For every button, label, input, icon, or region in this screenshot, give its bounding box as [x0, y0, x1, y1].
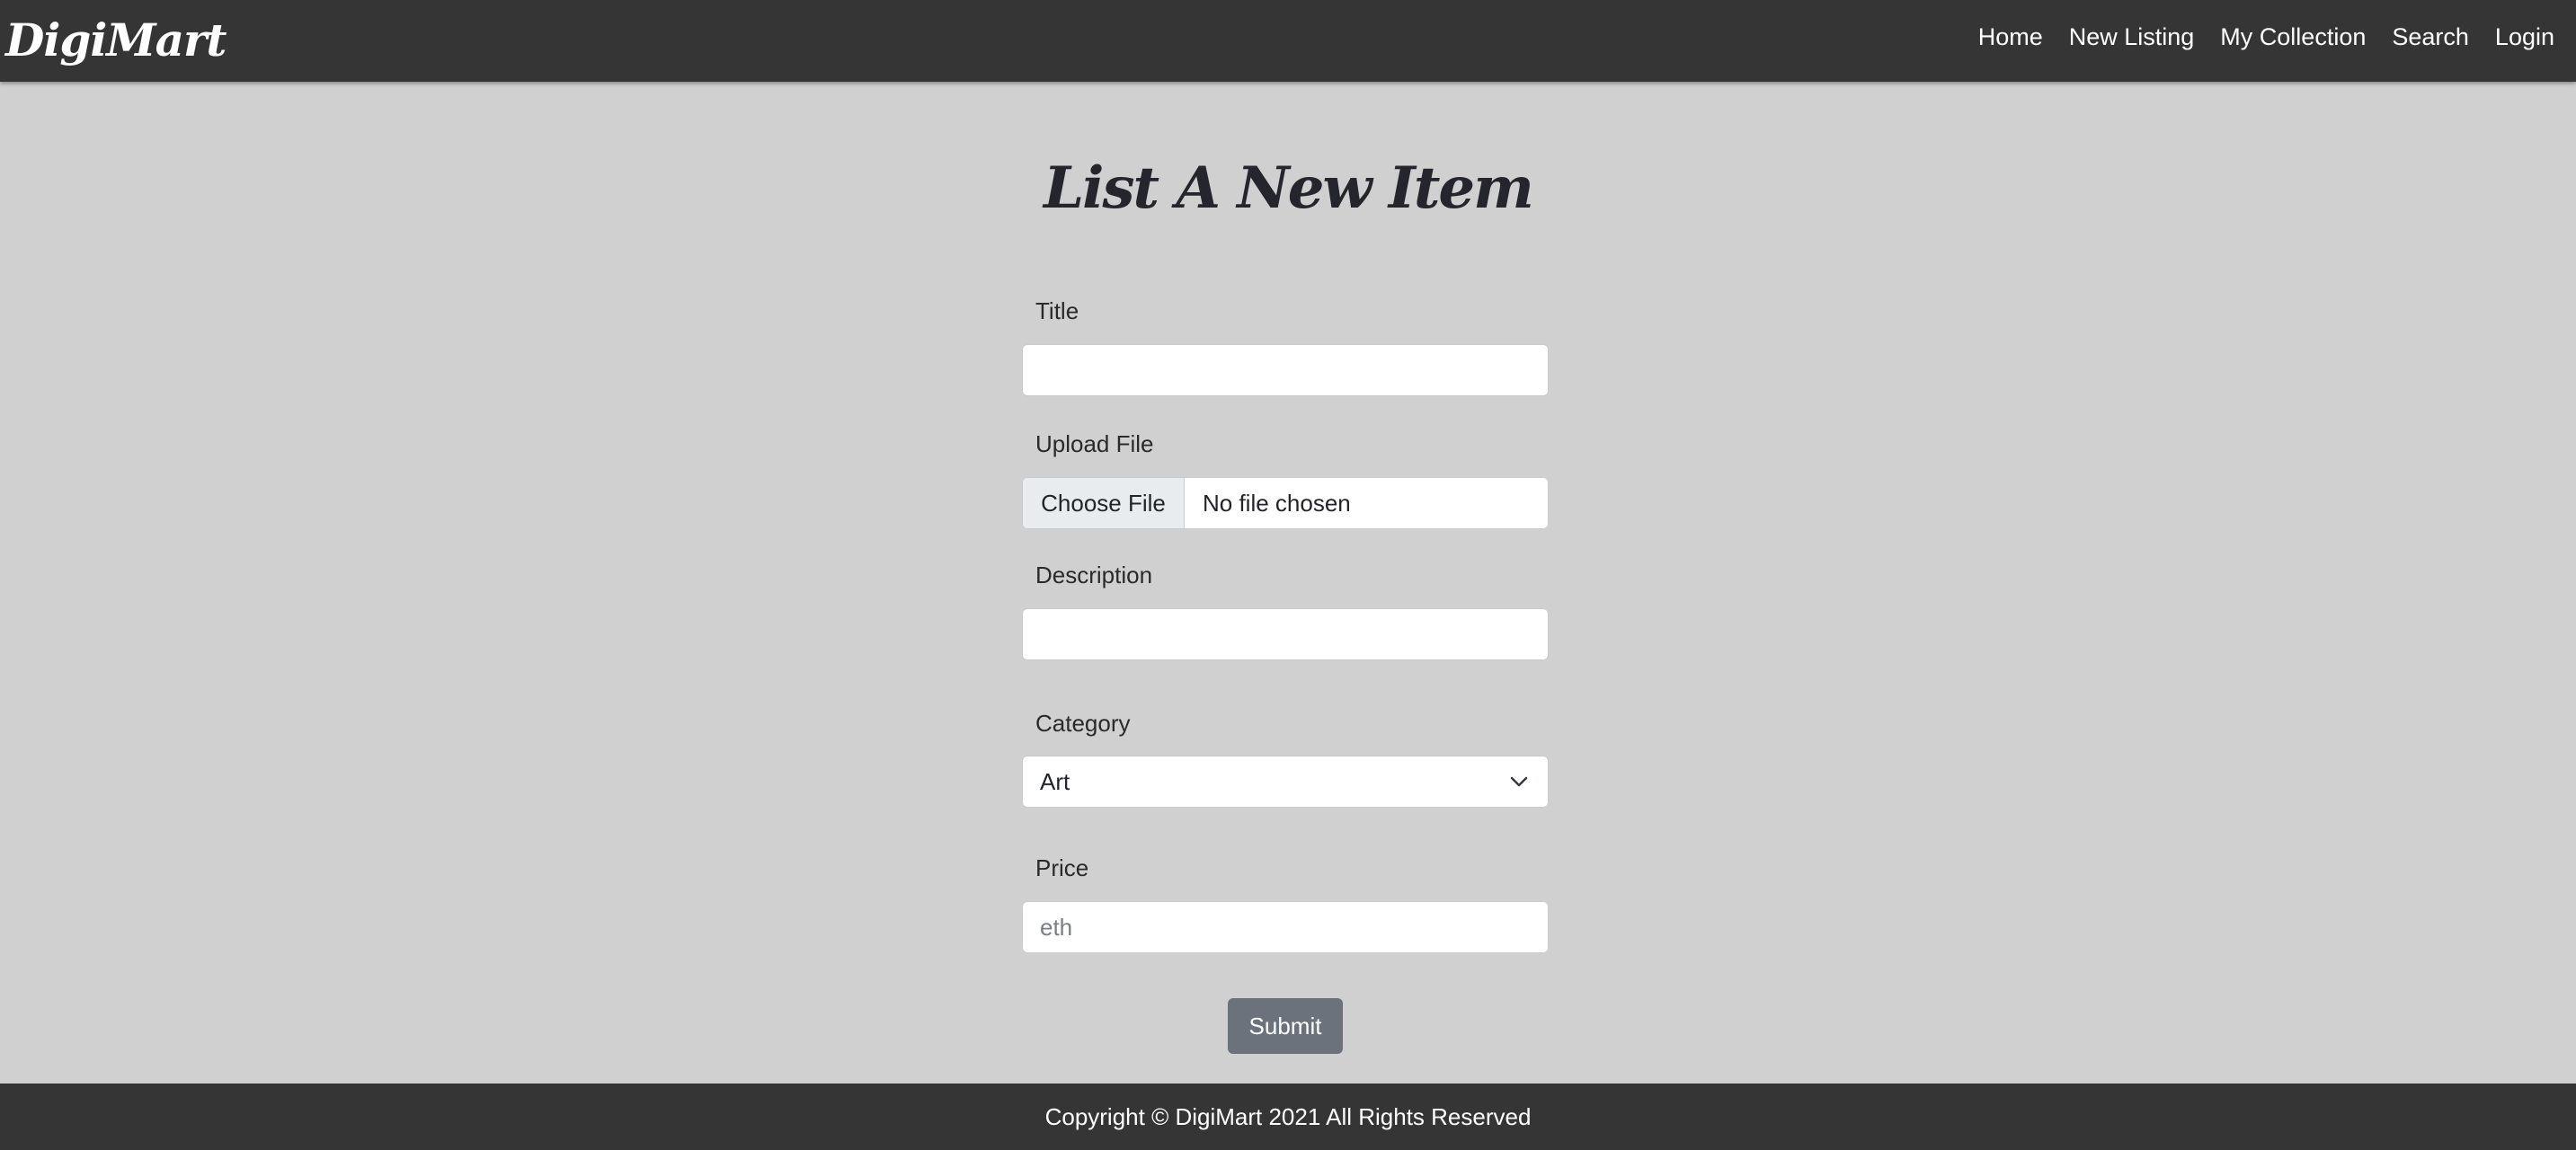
page-title: List A New Item: [1044, 155, 1534, 222]
brand-logo[interactable]: DigiMart: [5, 9, 227, 72]
top-navbar: DigiMart Home New Listing My Collection …: [0, 0, 2576, 82]
description-input[interactable]: [1022, 608, 1549, 660]
nav-link-search[interactable]: Search: [2392, 23, 2469, 51]
nav-link-my-collection[interactable]: My Collection: [2220, 23, 2366, 51]
file-status: No file chosen: [1203, 489, 1351, 517]
category-selected-value: Art: [1040, 767, 1070, 795]
price-label: Price: [1035, 854, 1089, 881]
nav-link-home[interactable]: Home: [1978, 23, 2043, 51]
nav-links: Home New Listing My Collection Search Lo…: [1978, 0, 2554, 74]
choose-file-button[interactable]: Choose File: [1023, 478, 1185, 528]
price-input[interactable]: [1022, 901, 1549, 953]
category-select[interactable]: Art: [1022, 756, 1549, 808]
description-label: Description: [1035, 562, 1153, 588]
nav-link-login[interactable]: Login: [2495, 23, 2554, 51]
file-upload-input[interactable]: Choose File No file chosen: [1022, 477, 1549, 529]
nav-link-new-listing[interactable]: New Listing: [2069, 23, 2195, 51]
title-label: Title: [1035, 297, 1079, 324]
upload-file-label: Upload File: [1035, 430, 1154, 457]
submit-button[interactable]: Submit: [1228, 998, 1343, 1054]
footer: Copyright © DigiMart 2021 All Rights Res…: [0, 1084, 2576, 1150]
title-input[interactable]: [1022, 344, 1549, 396]
category-label: Category: [1035, 710, 1131, 737]
chevron-down-icon: [1510, 776, 1528, 787]
footer-copyright: Copyright © DigiMart 2021 All Rights Res…: [1044, 1102, 1532, 1130]
